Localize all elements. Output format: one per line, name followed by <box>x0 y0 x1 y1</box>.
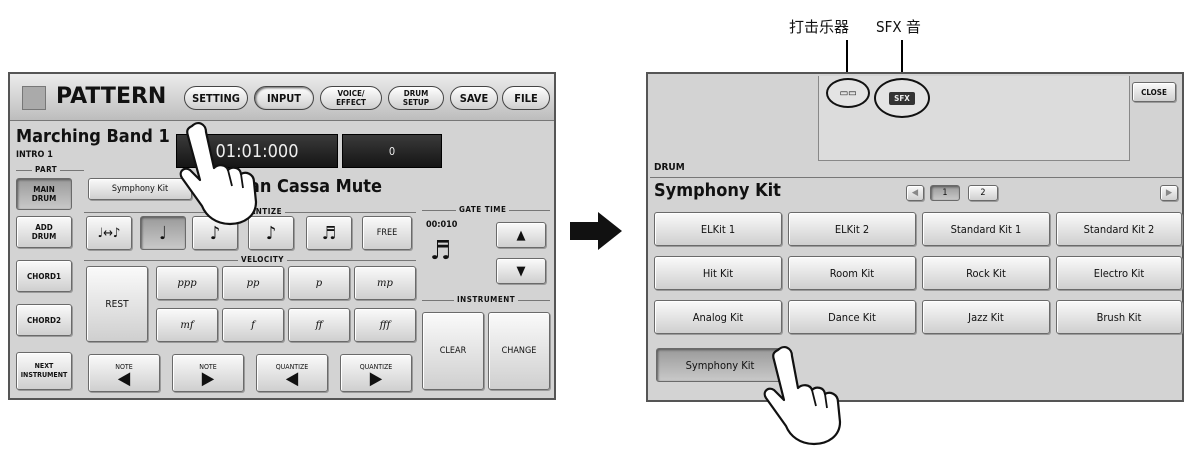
quantize-free[interactable]: FREE <box>362 216 412 250</box>
page-1-button[interactable]: 1 <box>930 185 960 201</box>
gate-note-icon: ♬ <box>430 236 451 266</box>
velocity-ppp[interactable]: ppp <box>156 266 218 300</box>
sfx-category-icon[interactable]: SFX <box>874 78 930 118</box>
velocity-f[interactable]: f <box>222 308 284 342</box>
pattern-screen: PATTERN SETTING INPUT VOICE/ EFFECT DRUM… <box>8 72 556 400</box>
quantize-triplet[interactable]: ♩↔♪ <box>86 216 132 250</box>
page-2-button[interactable]: 2 <box>968 185 998 201</box>
velocity-label: VELOCITY <box>238 255 287 264</box>
kit-standard-kit-1[interactable]: Standard Kit 1 <box>922 212 1050 246</box>
hand-pointer-icon <box>179 122 258 226</box>
velocity-ff[interactable]: ff <box>288 308 350 342</box>
kit-rock-kit[interactable]: Rock Kit <box>922 256 1050 290</box>
kit-electro-kit[interactable]: Electro Kit <box>1056 256 1182 290</box>
close-button[interactable]: CLOSE <box>1132 82 1176 102</box>
gate-time-label: GATE TIME <box>456 205 510 214</box>
section-name: INTRO 1 <box>16 150 53 160</box>
instrument-label: INSTRUMENT <box>454 295 519 304</box>
gate-up-button[interactable]: ▲ <box>496 222 546 248</box>
part-add-drum[interactable]: ADD DRUM <box>16 216 72 248</box>
rest-button[interactable]: REST <box>86 266 148 342</box>
quantize-next-button[interactable]: QUANTIZE ▶ <box>340 354 412 392</box>
gate-down-button[interactable]: ▼ <box>496 258 546 284</box>
hand-pointer-icon <box>763 346 842 446</box>
tab-input[interactable]: INPUT <box>254 86 314 110</box>
velocity-mp[interactable]: mp <box>354 266 416 300</box>
kit-elkit-1[interactable]: ELKit 1 <box>654 212 782 246</box>
screen-title: PATTERN <box>56 84 167 109</box>
kit-standard-kit-2[interactable]: Standard Kit 2 <box>1056 212 1182 246</box>
kit-hit-kit[interactable]: Hit Kit <box>654 256 782 290</box>
arrow-left-icon: ◀ <box>117 368 131 389</box>
arrow-right-icon: ▶ <box>369 368 383 389</box>
drum-kit-screen: ▭▭ SFX CLOSE DRUM Symphony Kit ◀ 1 2 ▶ E… <box>646 72 1184 402</box>
percussion-category-icon[interactable]: ▭▭ <box>826 78 870 108</box>
note-next-button[interactable]: NOTE ▶ <box>172 354 244 392</box>
part-chord2[interactable]: CHORD2 <box>16 304 72 336</box>
arrow-left-icon: ◀ <box>285 368 299 389</box>
sfx-badge: SFX <box>889 91 915 105</box>
tab-setting[interactable]: SETTING <box>184 86 248 110</box>
velocity-fff[interactable]: fff <box>354 308 416 342</box>
arrow-right-icon: ▶ <box>201 368 215 389</box>
tab-voice-effect[interactable]: VOICE/ EFFECT <box>320 86 382 110</box>
part-label: PART <box>32 165 61 174</box>
clear-button[interactable]: CLEAR <box>422 312 484 390</box>
page-prev-button[interactable]: ◀ <box>906 185 924 201</box>
quantize-prev-button[interactable]: QUANTIZE ◀ <box>256 354 328 392</box>
kit-brush-kit[interactable]: Brush Kit <box>1056 300 1182 334</box>
gate-time-value: 00:010 <box>426 220 458 230</box>
tab-drum-setup[interactable]: DRUM SETUP <box>388 86 444 110</box>
category-label: DRUM <box>654 162 685 173</box>
pattern-name: Marching Band 1 <box>16 126 170 147</box>
velocity-p[interactable]: p <box>288 266 350 300</box>
kit-jazz-kit[interactable]: Jazz Kit <box>922 300 1050 334</box>
part-chord1[interactable]: CHORD1 <box>16 260 72 292</box>
change-button[interactable]: CHANGE <box>488 312 550 390</box>
header-square-icon <box>22 86 46 110</box>
callout-sfx-label: SFX 音 <box>876 18 921 36</box>
part-main-drum[interactable]: MAIN DRUM <box>16 178 72 210</box>
tab-save[interactable]: SAVE <box>450 86 498 110</box>
quantize-thirtysecond[interactable]: ♬ <box>306 216 352 250</box>
page-next-button[interactable]: ▶ <box>1160 185 1178 201</box>
kit-select-button[interactable]: Symphony Kit <box>88 178 192 200</box>
callout-percussion-label: 打击乐器 <box>789 18 850 36</box>
kit-elkit-2[interactable]: ELKit 2 <box>788 212 916 246</box>
note-prev-button[interactable]: NOTE ◀ <box>88 354 160 392</box>
kit-analog-kit[interactable]: Analog Kit <box>654 300 782 334</box>
kit-room-kit[interactable]: Room Kit <box>788 256 916 290</box>
value-display: 0 <box>342 134 442 168</box>
selected-kit-name: Symphony Kit <box>654 180 781 201</box>
arrow-right-icon <box>570 212 622 250</box>
next-instrument-button[interactable]: NEXT INSTRUMENT <box>16 352 72 390</box>
velocity-mf[interactable]: mf <box>156 308 218 342</box>
kit-dance-kit[interactable]: Dance Kit <box>788 300 916 334</box>
velocity-pp[interactable]: pp <box>222 266 284 300</box>
tab-file[interactable]: FILE <box>502 86 550 110</box>
